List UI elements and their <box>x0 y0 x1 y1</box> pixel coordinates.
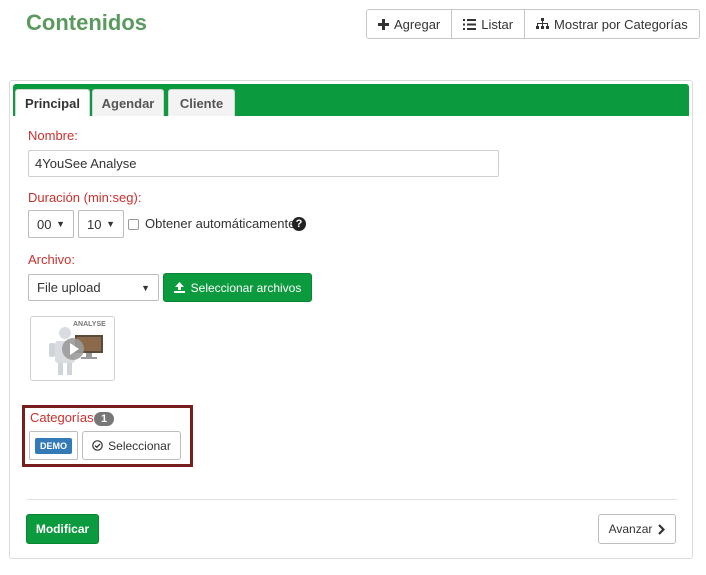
name-label: Nombre: <box>28 128 78 143</box>
tab-agendar[interactable]: Agendar <box>92 89 164 116</box>
seconds-value: 10 <box>87 216 102 232</box>
minutes-value: 00 <box>37 216 52 232</box>
check-circle-icon <box>92 440 103 451</box>
auto-duration-label: Obtener automáticamente <box>145 216 296 231</box>
footer-divider <box>27 499 677 500</box>
file-type-value: File upload <box>37 280 101 295</box>
list-button[interactable]: Listar <box>452 10 526 38</box>
demo-badge: DEMO <box>35 437 72 454</box>
sitemap-icon <box>536 18 550 30</box>
tab-principal[interactable]: Principal <box>15 89 90 116</box>
file-thumbnail[interactable]: ANALYSE <box>30 316 115 381</box>
show-by-categories-label: Mostrar por Categorías <box>554 16 688 32</box>
next-button[interactable]: Avanzar <box>598 514 676 544</box>
caret-down-icon: ▼ <box>141 282 150 293</box>
auto-duration-checkbox[interactable] <box>128 219 139 230</box>
select-files-label: Seleccionar archivos <box>190 280 302 295</box>
list-button-label: Listar <box>481 16 514 32</box>
categories-highlight-box: Categorías: 1 DEMO Seleccionar <box>22 405 193 467</box>
categories-label: Categorías: <box>30 410 98 425</box>
categories-count-badge: 1 <box>94 412 114 426</box>
duration-label: Duración (min:seg): <box>28 190 142 205</box>
caret-down-icon: ▼ <box>106 219 115 229</box>
thumbnail-text: ANALYSE <box>73 321 106 328</box>
caret-down-icon: ▼ <box>56 219 65 229</box>
upload-icon <box>173 282 185 293</box>
file-label: Archivo: <box>28 252 75 267</box>
modify-button[interactable]: Modificar <box>26 514 99 544</box>
select-files-button[interactable]: Seleccionar archivos <box>163 273 312 302</box>
question-circle-icon[interactable]: ? <box>292 217 306 231</box>
seconds-select[interactable]: 10 ▼ <box>78 210 124 238</box>
add-button[interactable]: Agregar <box>367 10 453 38</box>
category-tag-demo[interactable]: DEMO <box>29 431 78 460</box>
show-by-categories-button[interactable]: Mostrar por Categorías <box>525 10 699 38</box>
plus-icon <box>378 18 389 30</box>
name-input[interactable]: 4YouSee Analyse <box>28 150 499 177</box>
file-type-select[interactable]: File upload ▼ <box>28 274 159 301</box>
chevron-right-icon <box>657 523 666 535</box>
content-form-panel: Principal Agendar Cliente Nombre: 4YouSe… <box>9 80 693 559</box>
page-title: Contenidos <box>26 10 147 35</box>
list-icon <box>463 18 477 30</box>
select-category-button[interactable]: Seleccionar <box>82 431 181 460</box>
select-category-label: Seleccionar <box>108 438 171 453</box>
next-button-label: Avanzar <box>608 522 653 536</box>
add-button-label: Agregar <box>394 16 441 32</box>
tab-bar: Principal Agendar Cliente <box>13 84 689 116</box>
minutes-select[interactable]: 00 ▼ <box>28 210 74 238</box>
tab-cliente[interactable]: Cliente <box>168 89 235 116</box>
top-toolbar: Agregar Listar Mostrar por Categorías <box>366 9 700 39</box>
